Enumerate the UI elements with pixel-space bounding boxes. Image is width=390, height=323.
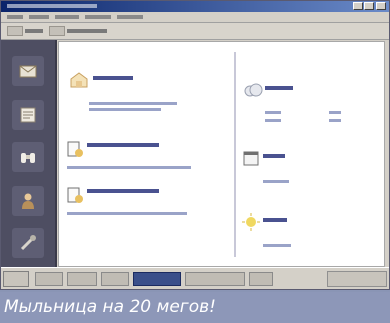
text-line <box>89 102 177 105</box>
taskbar-item-active[interactable] <box>133 272 181 286</box>
taskbar-item[interactable] <box>101 272 129 286</box>
value-text <box>329 119 341 122</box>
sidebar-item-search[interactable] <box>12 142 44 172</box>
sidebar-item-user[interactable] <box>12 186 44 216</box>
link-line[interactable] <box>67 166 191 169</box>
start-button[interactable] <box>3 271 29 287</box>
menu-item[interactable] <box>29 15 49 19</box>
section-heading[interactable] <box>263 218 287 222</box>
home-button[interactable] <box>49 26 65 36</box>
taskbar <box>1 267 389 289</box>
minimize-button[interactable] <box>353 2 363 10</box>
text-line <box>263 244 291 247</box>
sidebar-item-mail[interactable] <box>12 56 44 86</box>
app-window <box>0 0 390 290</box>
sidebar-item-news[interactable] <box>12 100 44 130</box>
taskbar-item[interactable] <box>67 272 97 286</box>
sidebar <box>1 40 57 268</box>
link-heading[interactable] <box>87 143 159 147</box>
maximize-button[interactable] <box>364 2 374 10</box>
sidebar-item-tools[interactable] <box>12 228 44 258</box>
text-line <box>89 108 161 111</box>
toolbar-label <box>25 29 43 33</box>
window-titlebar[interactable] <box>1 1 389 12</box>
text-line <box>265 119 281 122</box>
menu-item[interactable] <box>85 15 111 19</box>
close-button[interactable] <box>376 2 386 10</box>
news-icon <box>20 107 36 123</box>
menu-bar <box>1 12 389 23</box>
text-line <box>263 180 289 183</box>
section-heading[interactable] <box>93 76 133 80</box>
document-icon <box>67 187 83 203</box>
link-line[interactable] <box>67 212 187 215</box>
system-tray[interactable] <box>327 271 387 287</box>
mailbox-icon <box>70 72 88 88</box>
tools-icon <box>20 235 36 251</box>
column-divider <box>234 52 236 257</box>
link-heading[interactable] <box>87 189 159 193</box>
window-title <box>7 4 97 8</box>
user-icon <box>22 193 34 209</box>
mail-icon <box>19 65 37 78</box>
menu-item[interactable] <box>55 15 79 19</box>
toolbar-label <box>67 29 107 33</box>
text-line <box>265 111 281 114</box>
sun-icon <box>242 213 260 231</box>
binoculars-icon <box>21 153 35 163</box>
taskbar-item[interactable] <box>249 272 273 286</box>
menu-item[interactable] <box>7 15 23 19</box>
cloud-icon <box>244 83 263 97</box>
taskbar-item[interactable] <box>185 272 245 286</box>
calendar-icon <box>243 151 259 166</box>
back-button[interactable] <box>7 26 23 36</box>
toolbar <box>1 23 389 40</box>
caption: Мыльница на 20 мегов! <box>0 292 390 323</box>
document-icon <box>67 141 83 157</box>
content-area <box>58 41 385 267</box>
section-heading[interactable] <box>263 154 285 158</box>
menu-item[interactable] <box>117 15 143 19</box>
section-heading[interactable] <box>265 86 293 90</box>
taskbar-item[interactable] <box>35 272 63 286</box>
value-text <box>329 111 341 114</box>
